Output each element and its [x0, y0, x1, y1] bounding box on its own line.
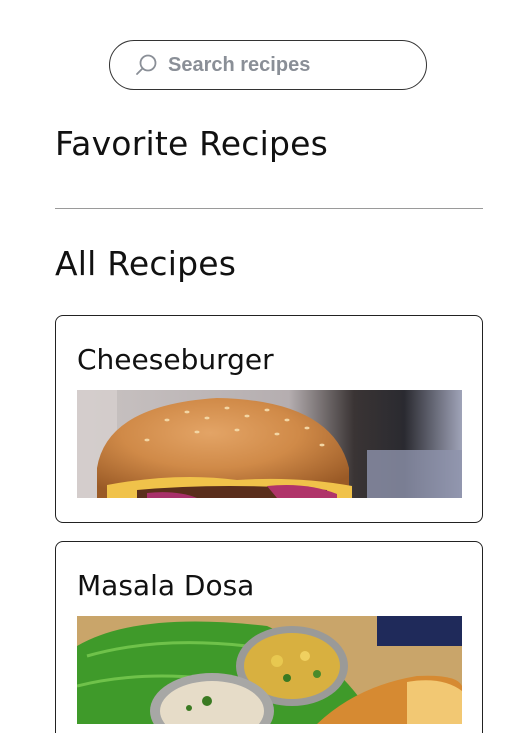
cheeseburger-image[interactable] — [77, 390, 462, 498]
search-input[interactable] — [168, 51, 408, 79]
recipes-page: Favorite Recipes All Recipes Cheeseburge… — [0, 0, 528, 733]
search-bar[interactable] — [109, 40, 427, 90]
favorite-recipes-heading: Favorite Recipes — [55, 124, 329, 163]
search-icon — [136, 54, 157, 75]
section-divider — [55, 208, 483, 209]
recipe-title: Cheeseburger — [77, 343, 274, 376]
recipe-card[interactable]: Cheeseburger — [55, 315, 483, 523]
all-recipes-heading: All Recipes — [55, 244, 237, 283]
masala-dosa-image[interactable] — [77, 616, 462, 724]
recipe-card[interactable]: Masala Dosa — [55, 541, 483, 733]
recipe-title: Masala Dosa — [77, 569, 255, 602]
